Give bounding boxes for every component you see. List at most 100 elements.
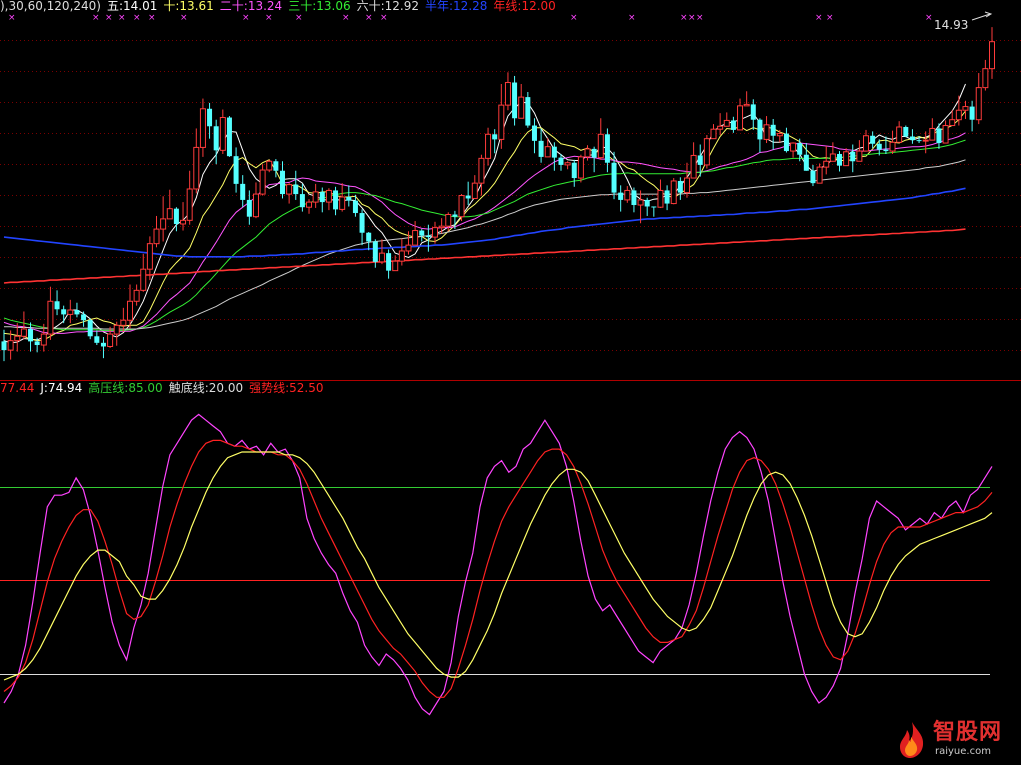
candle[interactable]: [896, 121, 903, 143]
candle[interactable]: [252, 182, 259, 219]
candle[interactable]: [624, 186, 631, 203]
candle[interactable]: [478, 154, 485, 196]
candle[interactable]: [757, 118, 763, 153]
candle[interactable]: [790, 142, 797, 158]
candle[interactable]: [372, 239, 378, 268]
candle[interactable]: [259, 164, 266, 196]
candle[interactable]: [498, 83, 505, 149]
candle[interactable]: [962, 100, 969, 119]
candle[interactable]: [233, 147, 239, 193]
candle[interactable]: [193, 128, 200, 194]
candle[interactable]: [87, 318, 93, 340]
candle[interactable]: [856, 140, 863, 162]
candle[interactable]: [47, 286, 54, 340]
candle[interactable]: [710, 124, 717, 140]
candle[interactable]: [266, 159, 273, 173]
candle[interactable]: [737, 98, 744, 131]
candle[interactable]: [703, 135, 710, 169]
candle[interactable]: [823, 145, 830, 175]
candle[interactable]: [677, 177, 683, 200]
candle[interactable]: [20, 311, 27, 340]
candle[interactable]: [279, 161, 285, 199]
candle[interactable]: [359, 209, 365, 246]
candle[interactable]: [909, 129, 915, 144]
candle[interactable]: [717, 113, 724, 136]
candle[interactable]: [293, 170, 299, 200]
candle[interactable]: [28, 322, 34, 352]
candle[interactable]: [571, 159, 577, 187]
candle[interactable]: [398, 238, 405, 266]
candle[interactable]: [199, 98, 206, 157]
candle[interactable]: [419, 229, 425, 242]
candle[interactable]: [750, 99, 756, 130]
candle[interactable]: [743, 91, 750, 107]
candle[interactable]: [465, 181, 471, 206]
candle[interactable]: [816, 163, 823, 184]
candle[interactable]: [325, 188, 332, 211]
candle[interactable]: [153, 215, 160, 248]
candle[interactable]: [438, 218, 445, 234]
candle[interactable]: [512, 75, 518, 126]
candle[interactable]: [186, 170, 193, 225]
candle[interactable]: [120, 307, 127, 332]
candle[interactable]: [518, 83, 525, 119]
candle[interactable]: [346, 185, 352, 207]
candle[interactable]: [763, 116, 770, 144]
candle[interactable]: [829, 142, 836, 162]
candle[interactable]: [770, 118, 776, 150]
candle[interactable]: [471, 175, 478, 199]
candle[interactable]: [240, 175, 246, 208]
candle[interactable]: [783, 127, 789, 153]
candle[interactable]: [929, 118, 936, 141]
candle[interactable]: [1, 329, 7, 362]
candle[interactable]: [504, 72, 511, 111]
candle[interactable]: [333, 186, 339, 216]
candle[interactable]: [577, 154, 584, 183]
candle[interactable]: [246, 190, 252, 225]
candle[interactable]: [54, 290, 60, 316]
candle[interactable]: [81, 311, 87, 327]
candle[interactable]: [100, 337, 106, 359]
candle[interactable]: [690, 142, 697, 179]
candle[interactable]: [651, 206, 657, 217]
candle[interactable]: [810, 164, 816, 187]
candle[interactable]: [836, 151, 842, 172]
candlestick-series[interactable]: [1, 27, 995, 362]
candle[interactable]: [776, 129, 783, 143]
candle[interactable]: [903, 125, 909, 138]
ma-line-2[interactable]: [3, 132, 966, 334]
candle[interactable]: [160, 196, 167, 242]
candle[interactable]: [870, 131, 876, 149]
candle[interactable]: [226, 116, 232, 157]
candle[interactable]: [664, 185, 670, 211]
kdj-line-J[interactable]: [3, 413, 993, 716]
candle[interactable]: [146, 236, 153, 281]
candle[interactable]: [312, 183, 319, 208]
candle[interactable]: [564, 161, 571, 170]
kdj-lines[interactable]: [3, 413, 993, 716]
candle[interactable]: [644, 197, 650, 216]
candle[interactable]: [922, 131, 929, 154]
candle[interactable]: [386, 249, 392, 279]
candle[interactable]: [207, 102, 213, 139]
candle[interactable]: [723, 112, 730, 127]
candle[interactable]: [850, 144, 856, 173]
candle[interactable]: [339, 183, 346, 212]
candle[interactable]: [889, 130, 896, 154]
candle[interactable]: [525, 92, 531, 128]
candle[interactable]: [683, 162, 690, 198]
candle[interactable]: [61, 305, 67, 324]
candle[interactable]: [492, 129, 498, 154]
candle[interactable]: [299, 183, 305, 212]
candle[interactable]: [378, 239, 385, 265]
candle[interactable]: [366, 232, 372, 251]
candle[interactable]: [618, 185, 624, 212]
candle[interactable]: [670, 178, 677, 205]
candle[interactable]: [657, 179, 664, 208]
candle[interactable]: [975, 73, 982, 125]
candle[interactable]: [94, 330, 100, 346]
candle[interactable]: [219, 109, 226, 154]
candle[interactable]: [591, 146, 597, 173]
candle[interactable]: [631, 187, 637, 213]
candle[interactable]: [584, 145, 591, 161]
